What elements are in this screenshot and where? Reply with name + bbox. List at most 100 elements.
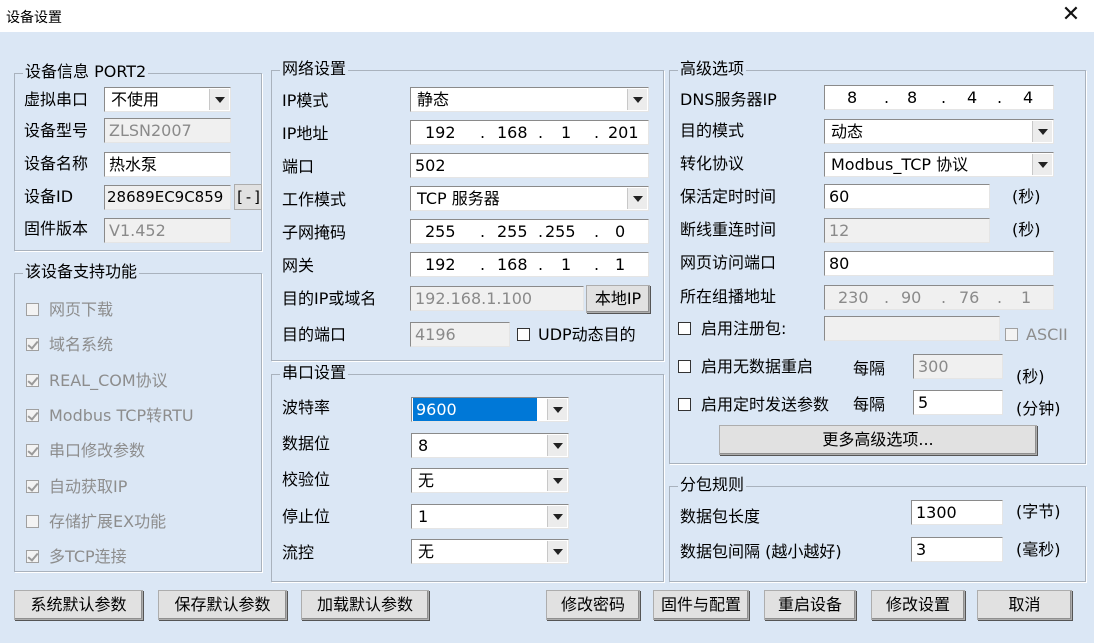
feature-checkbox[interactable]	[26, 515, 39, 528]
cancel-button[interactable]: 取消	[977, 590, 1072, 620]
chevron-down-icon[interactable]	[627, 188, 647, 209]
device-info-group-label: 设备信息 PORT2	[23, 62, 149, 82]
feature-checkbox[interactable]	[26, 480, 39, 493]
network-group-label: 网络设置	[280, 59, 349, 79]
packet-interval-unit: (毫秒)	[1016, 540, 1061, 559]
more-advanced-button[interactable]: 更多高级选项...	[719, 425, 1037, 455]
dest-mode-select[interactable]: 动态	[824, 119, 1054, 144]
timed-send-label: 启用定时发送参数	[701, 395, 830, 414]
restart-device-button[interactable]: 重启设备	[764, 590, 856, 620]
close-icon[interactable]: ✕	[1048, 0, 1094, 32]
chevron-down-icon[interactable]	[1032, 154, 1052, 175]
virtual-port-select[interactable]: 不使用	[104, 87, 231, 112]
feature-label: REAL_COM协议	[49, 371, 168, 390]
packet-group: 分包规则	[669, 475, 1086, 582]
stopbits-value: 1	[418, 507, 429, 526]
ip-address-label: IP地址	[282, 124, 329, 143]
timed-interval-field[interactable]: 5	[913, 390, 1003, 415]
stopbits-select[interactable]: 1	[411, 504, 569, 529]
feature-checkbox[interactable]	[26, 374, 39, 387]
chevron-down-icon[interactable]	[547, 506, 567, 527]
web-port-field[interactable]: 80	[824, 251, 1054, 276]
baud-select[interactable]: 9600	[411, 397, 569, 422]
ip-dot: .	[480, 255, 486, 274]
feature-checkbox[interactable]	[26, 303, 39, 316]
local-ip-button[interactable]: 本地IP	[586, 285, 650, 313]
nodata-restart-checkbox[interactable]	[678, 360, 691, 373]
baud-value: 9600	[413, 398, 537, 421]
databits-select[interactable]: 8	[411, 433, 569, 458]
serial-group-label: 串口设置	[280, 363, 349, 383]
firmware-config-button[interactable]: 固件与配置	[653, 590, 749, 620]
modify-settings-button[interactable]: 修改设置	[871, 590, 965, 620]
ip-dot: .	[480, 222, 486, 241]
feature-label: 串口修改参数	[49, 441, 146, 460]
ip-address-field[interactable]: 192 . 168 . 1 . 201	[410, 120, 649, 145]
gateway-field[interactable]: 192 . 168 . 1 . 1	[410, 252, 649, 277]
ip-mode-select[interactable]: 静态	[410, 87, 649, 112]
ascii-checkbox[interactable]	[1005, 328, 1018, 341]
chevron-down-icon[interactable]	[627, 89, 647, 110]
feature-label: 自动获取IP	[49, 477, 128, 496]
feature-checkbox[interactable]	[26, 338, 39, 351]
udp-dynamic-checkbox[interactable]	[517, 328, 530, 341]
work-mode-select[interactable]: TCP 服务器	[410, 186, 649, 211]
system-default-button[interactable]: 系统默认参数	[14, 590, 143, 620]
keepalive-label: 保活定时时间	[680, 187, 777, 206]
port-field[interactable]: 502	[410, 153, 649, 178]
ip-dot: .	[538, 255, 544, 274]
chevron-down-icon[interactable]	[547, 541, 567, 562]
packet-group-label: 分包规则	[678, 475, 747, 495]
dns-octet-3: 4	[967, 88, 978, 107]
device-settings-dialog: 设备设置 ✕ 设备信息 PORT2 虚拟串口 不使用 设备型号 ZLSN2007…	[0, 0, 1094, 643]
chevron-down-icon[interactable]	[1032, 121, 1052, 142]
dns-label: DNS服务器IP	[680, 90, 777, 109]
ip-octet-1: 192	[425, 123, 456, 142]
web-port-label: 网页访问端口	[680, 253, 777, 272]
dns-octet-1: 8	[847, 88, 858, 107]
chevron-down-icon[interactable]	[547, 470, 567, 491]
protocol-select[interactable]: Modbus_TCP 协议	[824, 152, 1054, 177]
nodata-interval-field: 300	[913, 354, 1003, 379]
reconnect-field: 12	[824, 218, 990, 243]
advanced-group-label: 高级选项	[678, 59, 747, 79]
udp-dynamic-label: UDP动态目的	[538, 325, 636, 344]
nodata-unit: (秒)	[1016, 367, 1045, 386]
feature-checkbox[interactable]	[26, 550, 39, 563]
feature-checkbox[interactable]	[26, 409, 39, 422]
subnet-mask-field[interactable]: 255 . 255 . 255 . 0	[410, 219, 649, 244]
device-id-button[interactable]: [-]	[234, 184, 262, 210]
nodata-interval-label: 每隔	[853, 359, 886, 378]
protocol-value: Modbus_TCP 协议	[831, 155, 969, 174]
timed-send-checkbox[interactable]	[678, 398, 691, 411]
device-name-field[interactable]: 热水泵	[104, 152, 231, 177]
feature-label: Modbus TCP转RTU	[49, 406, 194, 425]
keepalive-field[interactable]: 60	[824, 184, 990, 209]
feature-label: 域名系统	[49, 335, 114, 354]
feature-checkbox[interactable]	[26, 444, 39, 457]
change-password-button[interactable]: 修改密码	[546, 590, 640, 620]
databits-value: 8	[418, 436, 429, 455]
virtual-port-label: 虚拟串口	[24, 90, 89, 109]
save-default-button[interactable]: 保存默认参数	[158, 590, 287, 620]
reg-packet-checkbox[interactable]	[678, 322, 691, 335]
flow-control-select[interactable]: 无	[411, 539, 569, 564]
keepalive-unit: (秒)	[1012, 187, 1041, 206]
chevron-down-icon[interactable]	[209, 89, 229, 110]
flow-control-label: 流控	[282, 543, 315, 562]
stopbits-label: 停止位	[282, 507, 331, 526]
chevron-down-icon[interactable]	[547, 399, 567, 420]
subnet-mask-label: 子网掩码	[282, 223, 347, 242]
network-group: 网络设置	[271, 59, 664, 361]
dns-field[interactable]: 8 . 8 . 4 . 4	[824, 85, 1054, 110]
load-default-button[interactable]: 加载默认参数	[301, 590, 429, 620]
gateway-octet-2: 168	[497, 255, 528, 274]
parity-select[interactable]: 无	[411, 468, 569, 493]
virtual-port-value: 不使用	[111, 90, 160, 109]
packet-length-field[interactable]: 1300	[911, 500, 1003, 525]
chevron-down-icon[interactable]	[547, 435, 567, 456]
packet-interval-field[interactable]: 3	[911, 537, 1003, 562]
subnet-octet-1: 255	[425, 222, 456, 241]
model-field: ZLSN2007	[104, 118, 231, 143]
flow-control-value: 无	[418, 542, 435, 561]
